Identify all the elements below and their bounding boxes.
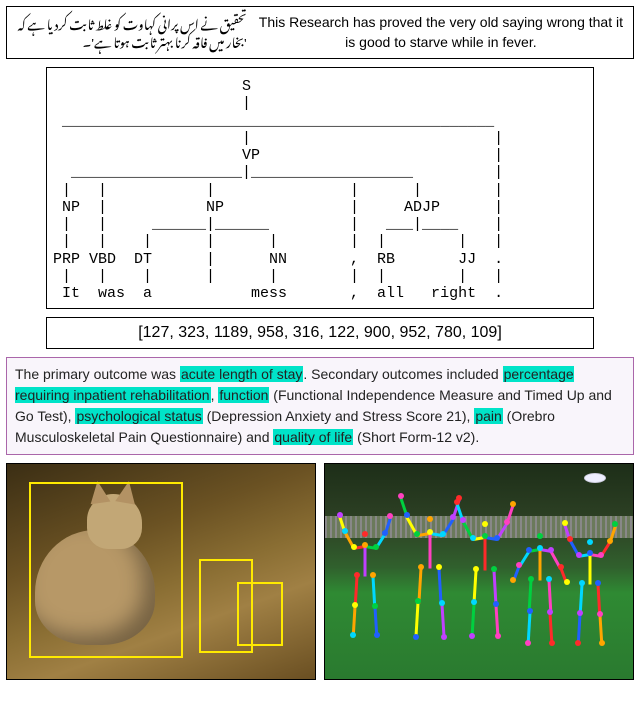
pose-keypoint [595, 580, 601, 586]
sequence-box: [127, 323, 1189, 958, 316, 122, 900, 952… [46, 317, 594, 349]
pose-keypoint [382, 530, 388, 536]
pose-keypoint [398, 493, 404, 499]
pose-keypoint [352, 602, 358, 608]
pose-keypoint [526, 547, 532, 553]
pose-keypoint [516, 562, 522, 568]
pose-keypoint [607, 538, 613, 544]
pose-bone [589, 555, 592, 585]
pose-keypoint [567, 536, 573, 542]
fence-strip [325, 516, 633, 538]
pose-keypoint [577, 610, 583, 616]
entity-span: pain [474, 408, 502, 424]
t: (Depression Anxiety and Stress Score 21)… [203, 408, 475, 424]
pose-keypoint [337, 512, 343, 518]
pose-estimation-example [324, 463, 634, 680]
pose-keypoint [598, 552, 604, 558]
pose-bone [484, 538, 487, 571]
pose-keypoint [440, 531, 446, 537]
object-detection-example [6, 463, 316, 680]
english-target-text: This Research has proved the very old sa… [247, 13, 625, 52]
pose-keypoint [537, 545, 543, 551]
cv-examples-row [6, 463, 634, 680]
t: (Short Form-12 v2). [353, 429, 479, 445]
pose-keypoint [599, 640, 605, 646]
pose-bone [429, 534, 432, 569]
entity-span: acute length of stay [180, 366, 303, 382]
t: The primary outcome was [15, 366, 180, 382]
outcome-annotation-box: The primary outcome was acute length of … [6, 357, 634, 455]
pose-keypoint [562, 520, 568, 526]
sequence-text: [127, 323, 1189, 958, 316, 122, 900, 952… [138, 324, 502, 341]
pose-keypoint [441, 634, 447, 640]
pose-keypoint [370, 572, 376, 578]
pose-keypoint [418, 564, 424, 570]
translation-pair-box: تحقیق نے اس پرانی کہاوت کو غلط ثابت کردی… [6, 6, 634, 59]
bounding-box [29, 482, 183, 658]
pose-keypoint [546, 576, 552, 582]
pose-keypoint [427, 529, 433, 535]
bounding-box [237, 582, 283, 646]
pose-keypoint [374, 632, 380, 638]
entity-span: function [218, 387, 269, 403]
parse-tree-ascii: S | ____________________________________… [53, 78, 587, 302]
entity-span: psychological status [75, 408, 202, 424]
pose-keypoint [525, 640, 531, 646]
pose-keypoint [373, 544, 379, 550]
pose-keypoint [354, 572, 360, 578]
pose-bone [364, 547, 367, 577]
t: . Secondary outcomes included [303, 366, 502, 382]
pose-keypoint [564, 579, 570, 585]
pose-keypoint [342, 528, 348, 534]
pose-keypoint [558, 564, 564, 570]
entity-span: quality of life [273, 429, 353, 445]
pose-keypoint [527, 608, 533, 614]
urdu-source-text: تحقیق نے اس پرانی کہاوت کو غلط ثابت کردی… [15, 13, 247, 52]
pose-bone [539, 549, 542, 580]
parse-tree-box: S | ____________________________________… [46, 67, 594, 309]
pose-keypoint [579, 580, 585, 586]
